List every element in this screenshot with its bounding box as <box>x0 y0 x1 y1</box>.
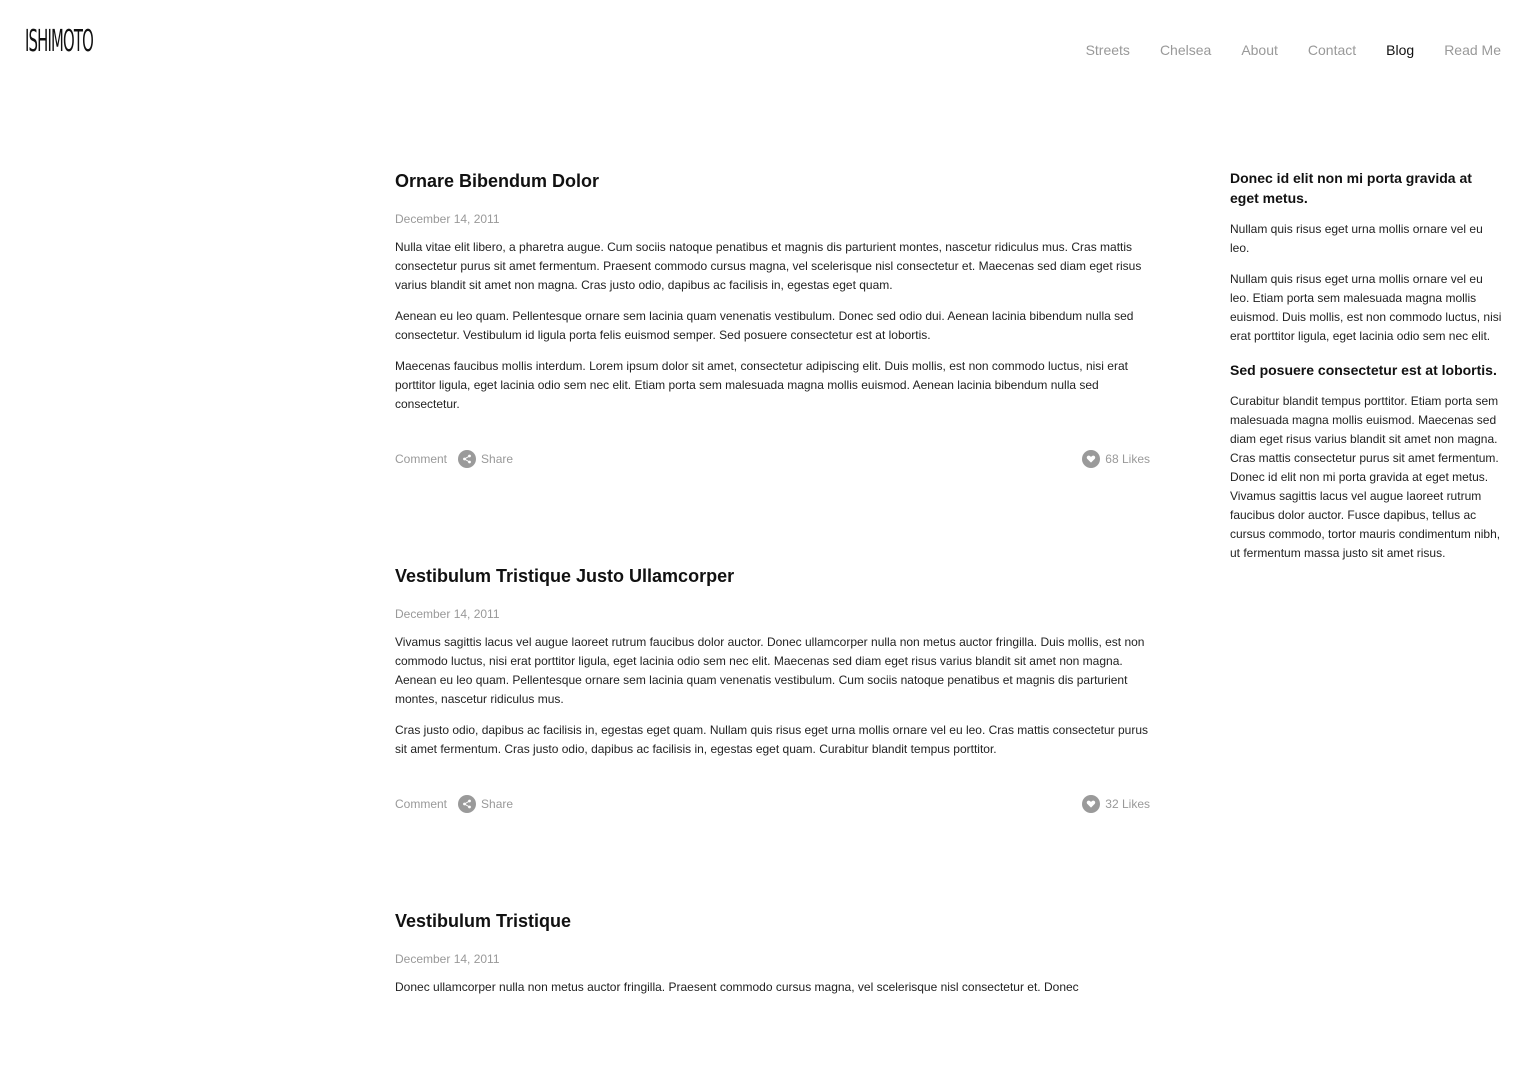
comment-link[interactable]: Comment <box>395 797 447 811</box>
share-button[interactable]: Share <box>458 450 513 468</box>
share-label: Share <box>481 797 514 811</box>
nav-item-streets[interactable]: Streets <box>1086 41 1130 59</box>
post-actions: Comment Share 68 Likes <box>395 450 1150 468</box>
sidebar-paragraph: Nullam quis risus eget urna mollis ornar… <box>1230 222 1483 255</box>
sidebar-heading: Sed posuere consectetur est at lobortis. <box>1230 362 1497 378</box>
likes-count: 32 Likes <box>1105 797 1150 811</box>
post-paragraph: Vivamus sagittis lacus vel augue laoreet… <box>395 635 1145 706</box>
post-title[interactable]: Ornare Bibendum Dolor <box>395 167 1150 195</box>
blog-post: Vestibulum Tristique December 14, 2011 D… <box>395 907 1150 997</box>
nav-item-contact[interactable]: Contact <box>1308 41 1356 59</box>
heart-icon <box>1082 450 1101 468</box>
blog-main: Ornare Bibendum Dolor December 14, 2011 … <box>395 167 1150 1091</box>
post-date: December 14, 2011 <box>395 607 500 621</box>
nav-item-chelsea[interactable]: Chelsea <box>1160 41 1211 59</box>
post-date: December 14, 2011 <box>395 212 500 226</box>
share-icon <box>458 795 477 813</box>
post-paragraph: Maecenas faucibus mollis interdum. Lorem… <box>395 359 1128 411</box>
site-logo[interactable]: ISHIMOTO <box>25 24 94 60</box>
post-paragraph: Cras justo odio, dapibus ac facilisis in… <box>395 723 1149 756</box>
share-icon <box>458 450 477 468</box>
like-button[interactable]: 68 Likes <box>1082 450 1150 468</box>
post-title[interactable]: Vestibulum Tristique Justo Ullamcorper <box>395 562 1150 590</box>
post-paragraph: Aenean eu leo quam. Pellentesque ornare … <box>395 309 1134 342</box>
sidebar: Donec id elit non mi porta gravida at eg… <box>1230 168 1502 563</box>
blog-post: Vestibulum Tristique Justo Ullamcorper D… <box>395 562 1150 813</box>
main-nav: Streets Chelsea About Contact Blog Read … <box>1086 41 1501 59</box>
nav-item-blog[interactable]: Blog <box>1386 41 1414 59</box>
sidebar-paragraph: Curabitur blandit tempus porttitor. Etia… <box>1230 394 1501 560</box>
comment-link[interactable]: Comment <box>395 452 447 466</box>
post-paragraph: Nulla vitae elit libero, a pharetra augu… <box>395 240 1142 292</box>
post-actions: Comment Share 32 Likes <box>395 795 1150 813</box>
likes-count: 68 Likes <box>1105 452 1150 466</box>
like-button[interactable]: 32 Likes <box>1082 795 1150 813</box>
heart-icon <box>1082 795 1101 813</box>
sidebar-heading: Donec id elit non mi porta gravida at eg… <box>1230 170 1472 206</box>
share-button[interactable]: Share <box>458 795 513 813</box>
post-title[interactable]: Vestibulum Tristique <box>395 907 1150 935</box>
share-label: Share <box>481 452 514 466</box>
blog-post: Ornare Bibendum Dolor December 14, 2011 … <box>395 167 1150 468</box>
sidebar-paragraph: Nullam quis risus eget urna mollis ornar… <box>1230 272 1502 343</box>
post-date: December 14, 2011 <box>395 952 500 966</box>
nav-item-read-me[interactable]: Read Me <box>1444 41 1501 59</box>
nav-item-about[interactable]: About <box>1241 41 1278 59</box>
